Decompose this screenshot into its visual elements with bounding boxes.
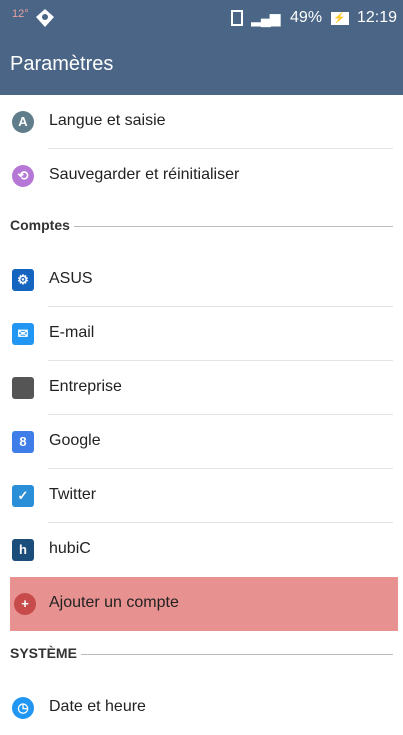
notification-icon bbox=[36, 9, 54, 27]
battery-percent: 49% bbox=[290, 9, 323, 26]
page-title: Paramètres bbox=[10, 53, 114, 75]
settings-item-label: hubiC bbox=[49, 540, 91, 557]
section-divider bbox=[74, 226, 393, 227]
settings-item-label: ASUS bbox=[49, 270, 93, 287]
status-right: ▂▄▆ 49% ⚡ 12:19 bbox=[230, 9, 397, 27]
twitter-icon: ✓ bbox=[12, 485, 34, 507]
settings-item-label: E-mail bbox=[49, 324, 95, 341]
hubic-icon: h bbox=[12, 539, 34, 561]
settings-item-label: Twitter bbox=[49, 486, 97, 503]
settings-list: A Langue et saisie ⟲ Sauvegarder et réiniti… bbox=[0, 95, 403, 735]
settings-item-hubic[interactable]: h hubiC bbox=[0, 523, 403, 577]
settings-item-label: Sauvegarder et réinitialiser bbox=[49, 166, 240, 183]
section-header: SYSTÈME bbox=[0, 631, 403, 681]
settings-item-date-et-heure[interactable]: ◷ Date et heure bbox=[0, 681, 403, 735]
enterprise-icon bbox=[12, 377, 34, 399]
settings-item-entreprise[interactable]: Entreprise bbox=[0, 361, 403, 415]
clock-time: 12:19 bbox=[356, 9, 397, 26]
settings-item-langue-et-saisie[interactable]: A Langue et saisie bbox=[0, 95, 403, 149]
settings-item-e-mail[interactable]: ✉ E-mail bbox=[0, 307, 403, 361]
email-icon: ✉ bbox=[12, 323, 34, 345]
settings-item-label: Langue et saisie bbox=[49, 112, 166, 129]
google-icon: 8 bbox=[12, 431, 34, 453]
signal-icon: ▂▄▆ bbox=[251, 9, 280, 26]
status-bar: 12° ▂▄▆ 49% ⚡ 12:19 bbox=[0, 0, 403, 38]
settings-item-label: Ajouter un compte bbox=[49, 594, 179, 611]
clock-icon: ◷ bbox=[12, 697, 34, 719]
settings-item-label: Google bbox=[49, 432, 101, 449]
section-label: Comptes bbox=[10, 217, 70, 233]
settings-item-label: Date et heure bbox=[49, 698, 146, 715]
settings-item-sauvegarder-et-r-initialiser[interactable]: ⟲ Sauvegarder et réinitialiser bbox=[0, 149, 403, 203]
section-divider bbox=[81, 654, 393, 655]
add-icon: + bbox=[14, 593, 36, 615]
backup-icon: ⟲ bbox=[12, 165, 34, 187]
battery-icon: ⚡ bbox=[330, 11, 349, 25]
section-header: Comptes bbox=[0, 203, 403, 253]
settings-item-twitter[interactable]: ✓ Twitter bbox=[0, 469, 403, 523]
vibrate-icon bbox=[230, 10, 243, 26]
settings-item-label: Entreprise bbox=[49, 378, 122, 395]
settings-item-google[interactable]: 8 Google bbox=[0, 415, 403, 469]
settings-item-asus[interactable]: ⚙ ASUS bbox=[0, 253, 403, 307]
app-bar: Paramètres bbox=[0, 38, 403, 95]
asus-icon: ⚙ bbox=[12, 269, 34, 291]
status-text: 12° bbox=[12, 8, 29, 20]
language-icon: A bbox=[12, 111, 34, 133]
settings-item-ajouter-un-compte[interactable]: + Ajouter un compte bbox=[10, 577, 398, 631]
section-label: SYSTÈME bbox=[10, 645, 77, 661]
